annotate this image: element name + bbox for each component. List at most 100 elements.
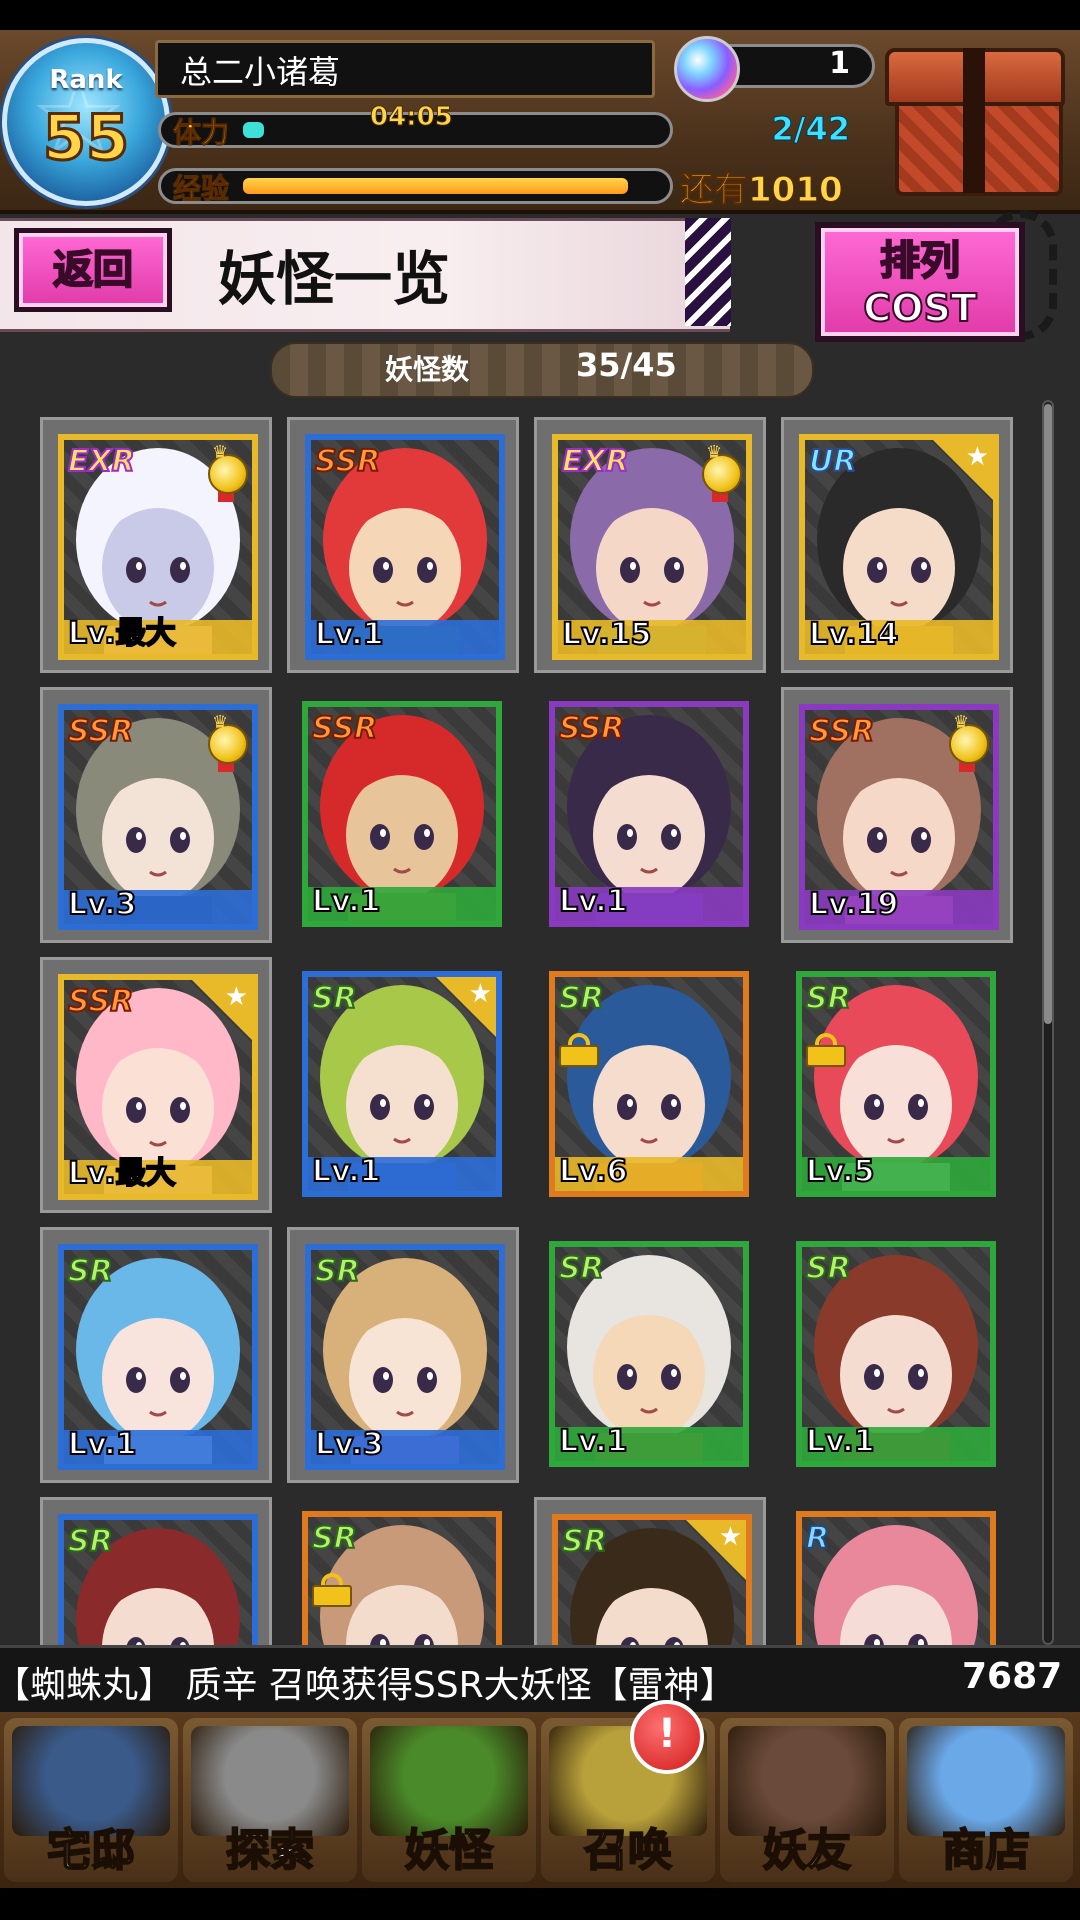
yokai-card-slot[interactable]: EXR ♛ Lv.15 bbox=[534, 417, 766, 673]
chest-band bbox=[963, 48, 985, 193]
rank-label: Rank bbox=[49, 65, 123, 95]
rarity-badge: SR bbox=[805, 980, 852, 1017]
yokai-card[interactable]: SSR ♛ Lv.3 bbox=[58, 704, 258, 930]
level-label: Lv.3 bbox=[314, 1426, 384, 1463]
level-label: Lv.15 bbox=[561, 616, 652, 653]
spirit-orb-icon bbox=[674, 36, 740, 102]
yokai-card-slot[interactable]: SR Lv.3 bbox=[287, 1227, 519, 1483]
rarity-badge: SSR bbox=[558, 710, 625, 747]
nav-label: 妖怪 bbox=[404, 1824, 494, 1877]
yokai-card-slot[interactable]: SR ★ Lv.1 bbox=[287, 957, 519, 1213]
lock-icon bbox=[559, 1033, 599, 1067]
stamina-timer: 04:05 bbox=[370, 102, 454, 133]
ticker-trailing: 7687 bbox=[962, 1656, 1063, 1697]
yokai-card[interactable]: SR ★ Lv.1 bbox=[302, 971, 502, 1197]
rank-value: 55 bbox=[41, 100, 130, 176]
yokai-card[interactable]: SSR Lv.1 bbox=[549, 701, 749, 927]
rarity-badge: SR bbox=[558, 980, 605, 1017]
yokai-card[interactable]: SR bbox=[302, 1511, 502, 1645]
lock-icon bbox=[806, 1033, 846, 1067]
yokai-card[interactable]: SR Lv.1 bbox=[796, 1241, 996, 1467]
level-label: Lv.5 bbox=[805, 1153, 875, 1190]
yokai-card[interactable]: SR ★ bbox=[552, 1514, 752, 1645]
nav-friend-girl[interactable]: 妖友 bbox=[720, 1718, 894, 1882]
yokai-card[interactable]: SR Lv.3 bbox=[305, 1244, 505, 1470]
treasure-chest-button[interactable] bbox=[885, 48, 1065, 198]
yokai-card-slot[interactable]: SSR ♛ Lv.19 bbox=[781, 687, 1013, 943]
level-label: Lv.19 bbox=[808, 886, 899, 923]
yokai-card[interactable]: SR Lv.1 bbox=[58, 1244, 258, 1470]
player-name: 总二小诸葛 bbox=[155, 40, 655, 98]
rarity-badge: SR bbox=[314, 1253, 361, 1290]
yokai-card-slot[interactable]: SSR ♛ Lv.3 bbox=[40, 687, 272, 943]
bottom-bezel bbox=[0, 1888, 1080, 1920]
yokai-card[interactable]: SR bbox=[58, 1514, 258, 1645]
yokai-card-slot[interactable]: SR Lv.5 bbox=[781, 957, 1013, 1213]
ticker-text: 【蜘蛛丸】 质辛 召唤获得SSR大妖怪【雷神】 bbox=[0, 1665, 736, 1706]
level-label: Lv.1 bbox=[311, 1153, 381, 1190]
rarity-badge: SR bbox=[311, 1520, 358, 1557]
yokai-card[interactable]: SR Lv.6 bbox=[549, 971, 749, 1197]
back-button[interactable]: 返回 bbox=[14, 228, 172, 312]
rarity-badge: SSR bbox=[808, 713, 875, 750]
rarity-badge: SSR bbox=[311, 710, 378, 747]
rarity-badge: SSR bbox=[67, 713, 134, 750]
level-label: Lv.最大 bbox=[67, 615, 177, 652]
nav-orb[interactable]: 商店 bbox=[899, 1718, 1073, 1882]
yokai-card[interactable]: R bbox=[796, 1511, 996, 1645]
stamina-fill bbox=[243, 122, 264, 138]
rarity-badge: SR bbox=[67, 1253, 114, 1290]
yokai-card-slot[interactable]: SSR Lv.1 bbox=[287, 417, 519, 673]
stamina-count: 2/42 bbox=[771, 110, 850, 149]
rarity-badge: EXR bbox=[561, 443, 630, 480]
gold-medal-icon: ♛ bbox=[206, 442, 248, 502]
summon-alert-badge: ! bbox=[630, 1700, 704, 1774]
level-label: Lv.1 bbox=[314, 616, 384, 653]
level-label: Lv.1 bbox=[558, 1423, 628, 1460]
yokai-card-slot[interactable]: SR ★ bbox=[534, 1497, 766, 1645]
rank-badge[interactable]: ☆ Rank 55 bbox=[2, 38, 170, 206]
yokai-card[interactable]: SR Lv.5 bbox=[796, 971, 996, 1197]
yokai-card-slot[interactable]: SR Lv.1 bbox=[40, 1227, 272, 1483]
yokai-count-value: 35/45 bbox=[576, 346, 677, 384]
nav-magnifier[interactable]: 探索 bbox=[183, 1718, 357, 1882]
nav-mansion[interactable]: 宅邸 bbox=[4, 1718, 178, 1882]
yokai-card-slot[interactable]: SR Lv.1 bbox=[534, 1227, 766, 1483]
yokai-count-label: 妖怪数 bbox=[385, 353, 470, 386]
sort-button[interactable]: 排列 COST bbox=[815, 222, 1025, 342]
rarity-badge: SR bbox=[67, 1523, 114, 1560]
yokai-card-slot[interactable]: EXR ♛ Lv.最大 bbox=[40, 417, 272, 673]
yokai-card-slot[interactable]: SR bbox=[40, 1497, 272, 1645]
scrollbar-thumb[interactable] bbox=[1044, 404, 1052, 1024]
exp-remaining: 还有1010 bbox=[680, 170, 844, 211]
level-label: Lv.1 bbox=[805, 1423, 875, 1460]
level-label: Lv.1 bbox=[67, 1426, 137, 1463]
level-label: Lv.6 bbox=[558, 1153, 628, 1190]
yokai-card[interactable]: UR ★ Lv.14 bbox=[799, 434, 999, 660]
yokai-card-slot[interactable]: R bbox=[781, 1497, 1013, 1645]
gold-medal-icon: ♛ bbox=[700, 442, 742, 502]
yokai-card-slot[interactable]: SSR Lv.1 bbox=[287, 687, 519, 943]
rarity-badge: SR bbox=[311, 980, 358, 1017]
star-icon: ★ bbox=[965, 442, 989, 472]
yokai-card[interactable]: SSR Lv.1 bbox=[305, 434, 505, 660]
yokai-card[interactable]: EXR ♛ Lv.最大 bbox=[58, 434, 258, 660]
status-bar bbox=[0, 0, 1080, 30]
yokai-card-slot[interactable]: SR Lv.6 bbox=[534, 957, 766, 1213]
yokai-card-slot[interactable]: UR ★ Lv.14 bbox=[781, 417, 1013, 673]
yokai-card[interactable]: EXR ♛ Lv.15 bbox=[552, 434, 752, 660]
yokai-portrait bbox=[802, 1517, 990, 1645]
gold-medal-icon: ♛ bbox=[206, 712, 248, 772]
yokai-card-slot[interactable]: SR Lv.1 bbox=[781, 1227, 1013, 1483]
yokai-card[interactable]: SSR ♛ Lv.19 bbox=[799, 704, 999, 930]
level-label: Lv.1 bbox=[558, 883, 628, 920]
level-label: Lv.3 bbox=[67, 886, 137, 923]
yokai-card-slot[interactable]: SSR Lv.1 bbox=[534, 687, 766, 943]
yokai-card-slot[interactable]: SSR ★ Lv.最大 bbox=[40, 957, 272, 1213]
yokai-card[interactable]: SSR Lv.1 bbox=[302, 701, 502, 927]
yokai-card-slot[interactable]: SR bbox=[287, 1497, 519, 1645]
nav-scroll[interactable]: 妖怪 bbox=[362, 1718, 536, 1882]
yokai-card[interactable]: SR Lv.1 bbox=[549, 1241, 749, 1467]
news-ticker: 【蜘蛛丸】 质辛 召唤获得SSR大妖怪【雷神】 7687 bbox=[0, 1645, 1080, 1715]
yokai-card[interactable]: SSR ★ Lv.最大 bbox=[58, 974, 258, 1200]
